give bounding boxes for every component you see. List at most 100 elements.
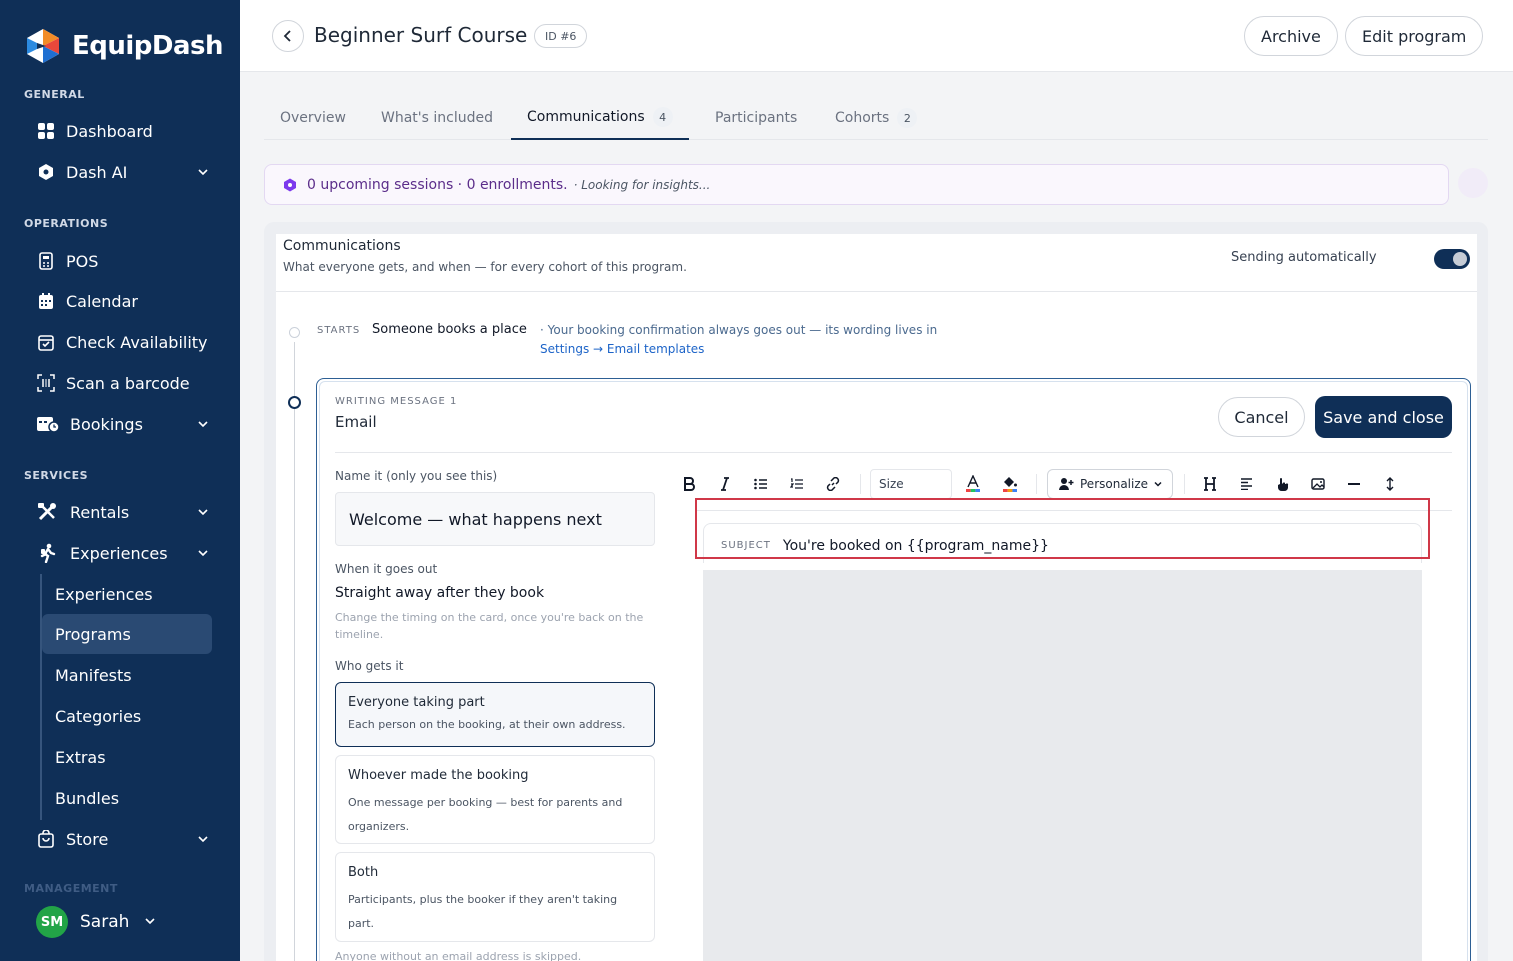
tab-participants[interactable]: Participants: [715, 96, 797, 140]
message-name-input[interactable]: Welcome — what happens next: [335, 492, 655, 546]
barcode-scan-icon: [36, 373, 56, 393]
bold-button[interactable]: [680, 472, 698, 496]
edit-program-button[interactable]: Edit program: [1345, 16, 1484, 56]
option-description: One message per booking — best for paren…: [348, 796, 623, 833]
program-tabs: Overview What's included Communications …: [264, 96, 1488, 140]
store-bag-icon: [36, 829, 56, 849]
font-size-select[interactable]: Size: [870, 469, 952, 499]
recipient-option-both[interactable]: Both Participants, plus the booker if th…: [335, 852, 655, 942]
sidebar-subitem-manifests[interactable]: Manifests: [42, 655, 212, 695]
cancel-button[interactable]: Cancel: [1218, 397, 1305, 437]
sidebar-item-dash-ai[interactable]: Dash AI: [36, 154, 216, 190]
app-logo[interactable]: EquipDash: [24, 26, 224, 66]
chevron-left-icon: [283, 30, 291, 42]
archive-button[interactable]: Archive: [1244, 16, 1338, 56]
section-label-general: GENERAL: [24, 88, 85, 101]
tab-communications[interactable]: Communications 4: [511, 96, 689, 140]
grid-icon: [36, 121, 56, 141]
italic-icon: [721, 477, 729, 491]
tab-count-badge: 2: [897, 108, 918, 128]
email-body-canvas[interactable]: [703, 570, 1422, 961]
numbered-list-button[interactable]: [788, 472, 806, 496]
sidebar-item-label: Store: [66, 829, 109, 849]
tab-whats-included[interactable]: What's included: [381, 96, 493, 140]
sidebar-item-label: Rentals: [70, 502, 130, 522]
sidebar-item-scan-barcode[interactable]: Scan a barcode: [36, 365, 216, 401]
bullet-list-button[interactable]: [752, 472, 770, 496]
input-value: Welcome — what happens next: [349, 509, 602, 529]
app-name: EquipDash: [72, 31, 224, 61]
ai-hexagon-icon: [284, 178, 296, 191]
sidebar-item-bookings[interactable]: Bookings: [36, 406, 216, 442]
text-color-button[interactable]: [964, 472, 982, 496]
chevron-down-icon: [1154, 481, 1162, 487]
tab-label: Overview: [280, 110, 346, 126]
sidebar-subitem-extras[interactable]: Extras: [42, 737, 212, 777]
auto-send-label: Sending automatically: [1231, 250, 1377, 265]
skip-note: Anyone without an email address is skipp…: [335, 950, 582, 961]
tab-overview[interactable]: Overview: [280, 96, 346, 140]
insight-status: · Looking for insights...: [573, 177, 711, 192]
insert-link-button[interactable]: [824, 472, 842, 496]
insight-refresh-button[interactable]: [1458, 168, 1488, 198]
user-plus-icon: [1059, 478, 1074, 490]
when-field-label: When it goes out: [335, 562, 438, 576]
communications-header: Communications What everyone gets, and w…: [276, 234, 1477, 292]
italic-button[interactable]: [716, 472, 734, 496]
sidebar-item-label: Dash AI: [66, 162, 128, 182]
spacer-button[interactable]: [1381, 472, 1399, 496]
horizontal-rule-icon: [1348, 483, 1360, 485]
sidebar-item-calendar[interactable]: Calendar: [36, 283, 216, 319]
name-field-label: Name it (only you see this): [335, 469, 498, 483]
align-button[interactable]: [1237, 472, 1255, 496]
sidebar-item-label: POS: [66, 251, 99, 271]
sidebar-subitem-bundles[interactable]: Bundles: [42, 778, 212, 818]
subject-field[interactable]: SUBJECT You're booked on {{program_name}…: [703, 523, 1422, 563]
chevron-down-icon: [143, 913, 157, 932]
sidebar-item-check-availability[interactable]: Check Availability: [36, 324, 216, 360]
personalize-dropdown[interactable]: Personalize: [1047, 469, 1173, 499]
section-label-operations: OPERATIONS: [24, 217, 109, 230]
pos-terminal-icon: [36, 251, 56, 271]
writing-message-label: WRITING MESSAGE 1: [335, 396, 458, 407]
sidebar-subitem-experiences[interactable]: Experiences: [42, 574, 212, 614]
tab-label: Cohorts: [835, 110, 890, 126]
insert-divider-button[interactable]: [1345, 472, 1363, 496]
vertical-resize-icon: [1386, 477, 1394, 491]
bookings-icon: [36, 414, 60, 434]
recipient-option-booker[interactable]: Whoever made the booking One message per…: [335, 755, 655, 844]
option-title: Everyone taking part: [348, 695, 485, 710]
sidebar-item-label: Bookings: [70, 414, 143, 434]
insert-button-button[interactable]: [1273, 472, 1291, 496]
message-type: Email: [335, 413, 377, 431]
bullet-list-icon: [754, 478, 767, 490]
calendar-icon: [36, 291, 56, 311]
highlight-color-button[interactable]: [1000, 472, 1020, 496]
chevron-down-icon: [196, 416, 210, 435]
insert-image-button[interactable]: [1309, 472, 1327, 496]
toggle-knob: [1453, 252, 1467, 266]
subject-value: You're booked on {{program_name}}: [782, 537, 1049, 554]
sidebar-item-experiences[interactable]: Experiences: [36, 535, 216, 571]
back-button[interactable]: [272, 20, 304, 52]
insight-summary: 0 upcoming sessions · 0 enrollments.: [307, 176, 568, 193]
divider: [335, 452, 1452, 453]
auto-send-toggle[interactable]: [1434, 249, 1470, 269]
user-menu[interactable]: SM Sarah: [36, 906, 157, 938]
sidebar-item-label: Calendar: [66, 291, 138, 311]
email-templates-link[interactable]: Settings → Email templates: [540, 342, 704, 356]
equipdash-logo-icon: [24, 27, 62, 65]
tab-cohorts[interactable]: Cohorts 2: [835, 96, 918, 140]
sidebar-item-pos[interactable]: POS: [36, 243, 216, 279]
save-and-close-button[interactable]: Save and close: [1315, 396, 1452, 438]
heading-button[interactable]: [1201, 472, 1219, 496]
pointer-hand-icon: [1277, 477, 1288, 491]
sidebar-item-dashboard[interactable]: Dashboard: [36, 113, 216, 149]
sidebar-item-rentals[interactable]: Rentals: [36, 494, 216, 530]
sidebar-item-store[interactable]: Store: [36, 821, 216, 857]
sidebar-subitem-programs[interactable]: Programs: [42, 614, 212, 654]
timeline-dot: [289, 327, 300, 338]
recipient-option-everyone[interactable]: Everyone taking part Each person on the …: [335, 682, 655, 747]
sidebar-subitem-categories[interactable]: Categories: [42, 696, 212, 736]
toolbar-separator: [1036, 474, 1037, 494]
